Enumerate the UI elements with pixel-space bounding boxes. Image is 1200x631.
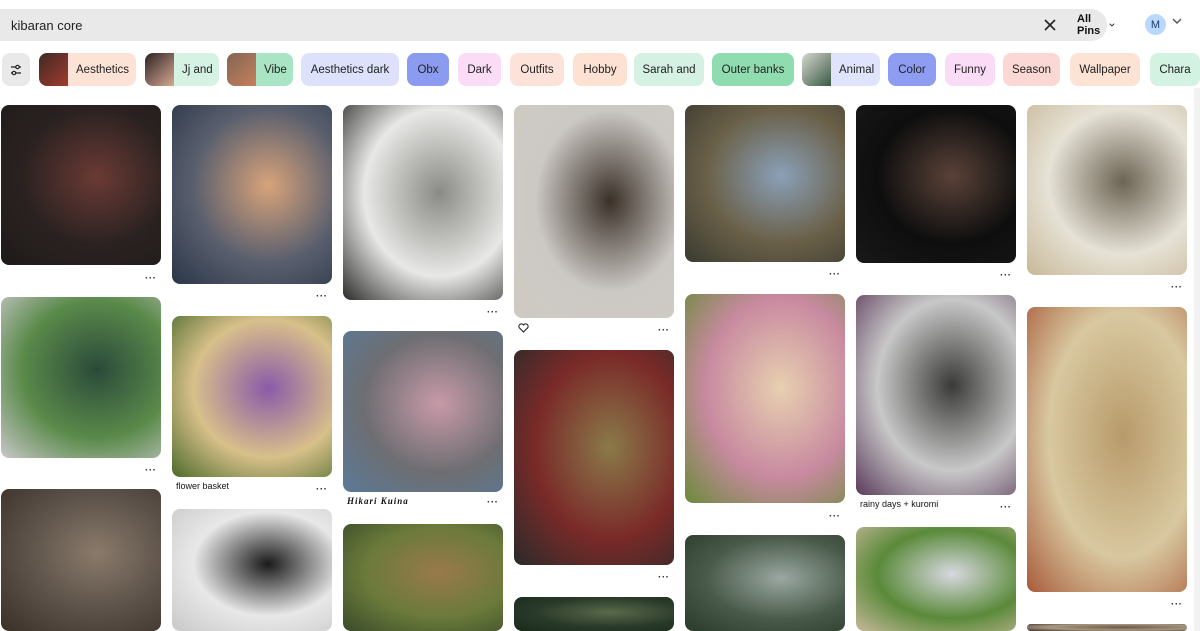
pin-image[interactable] (514, 105, 674, 318)
chip-thumbnail (39, 53, 68, 86)
chip-label: Color (898, 63, 926, 76)
chip-chara[interactable]: Chara (1150, 53, 1200, 86)
pin-image[interactable] (1, 489, 161, 631)
pin-filter-dropdown[interactable]: All Pins (1077, 13, 1115, 37)
pin-image[interactable] (343, 331, 503, 492)
more-options-button[interactable]: ··· (829, 511, 841, 522)
guided-search-chips: Aesthetics Jj and Vibe Aesthetics dark Obx Da… (0, 53, 1200, 86)
more-options-button[interactable]: ··· (1171, 282, 1183, 293)
more-options-button[interactable]: ··· (658, 572, 670, 583)
pin-image[interactable] (1027, 307, 1187, 592)
chip-outer-banks[interactable]: Outer banks (712, 53, 794, 86)
chip-aesthetics[interactable]: Aesthetics (39, 53, 136, 86)
close-icon (1044, 19, 1056, 31)
chip-jj-and[interactable]: Jj and (145, 53, 219, 86)
chip-sarah-and[interactable]: Sarah and (634, 53, 704, 86)
more-options-button[interactable]: ··· (1000, 502, 1012, 513)
more-options-button[interactable]: ··· (829, 269, 841, 280)
avatar[interactable]: M (1145, 14, 1166, 35)
chip-season[interactable]: Season (1003, 53, 1060, 86)
chevron-down-icon (1109, 23, 1115, 27)
pin-image[interactable] (514, 597, 674, 631)
chip-label: Wallpaper (1079, 63, 1131, 76)
pin-title[interactable]: Hikari Kuina (347, 496, 409, 506)
pin-filter-label: All Pins (1077, 13, 1101, 37)
pin-image[interactable] (172, 105, 332, 284)
pin-image[interactable] (685, 294, 845, 503)
clear-search-button[interactable] (1040, 15, 1060, 35)
more-options-button[interactable]: ··· (145, 465, 157, 476)
chip-thumbnail (802, 53, 831, 86)
chip-hobby[interactable]: Hobby (573, 53, 627, 86)
chip-vibe[interactable]: Vibe (227, 53, 293, 86)
chip-funny[interactable]: Funny (945, 53, 995, 86)
pin-image[interactable] (1027, 624, 1187, 631)
pin-image[interactable] (343, 524, 503, 631)
chip-label: Aesthetics (76, 63, 130, 76)
chip-label: Obx (417, 63, 439, 76)
chip-aesthetics-dark[interactable]: Aesthetics dark (301, 53, 399, 86)
chip-label: Hobby (583, 63, 617, 76)
chip-dark[interactable]: Dark (458, 53, 501, 86)
search-settings-button[interactable] (2, 53, 30, 86)
chip-outfits[interactable]: Outfits (510, 53, 564, 86)
more-options-button[interactable]: ··· (658, 325, 670, 336)
chip-label: Animal (839, 63, 875, 76)
chip-label: Dark (467, 63, 492, 76)
chip-thumbnail (145, 53, 174, 86)
chip-animal[interactable]: Animal (802, 53, 880, 86)
pin-title[interactable]: flower basket (176, 481, 229, 491)
chip-label: Aesthetics dark (310, 63, 390, 76)
pin-image[interactable] (685, 105, 845, 262)
chip-label: Vibe (264, 63, 287, 76)
chip-thumbnail (227, 53, 256, 86)
pin-image[interactable] (856, 527, 1016, 631)
search-input[interactable] (11, 9, 911, 41)
chip-label: Season (1011, 63, 1051, 76)
pin-image[interactable] (856, 105, 1016, 263)
more-options-button[interactable]: ··· (1171, 599, 1183, 610)
chip-label: Outfits (520, 63, 554, 76)
pinterest-search-page: All Pins M AestheticsJj andVibeAesthetic… (0, 0, 1200, 631)
pin-image[interactable] (856, 295, 1016, 495)
more-options-button[interactable]: ··· (487, 307, 499, 318)
chip-label: Chara (1159, 63, 1191, 76)
account-chevron-icon[interactable] (1172, 18, 1182, 24)
search-bar: All Pins (0, 9, 1115, 41)
more-options-button[interactable]: ··· (316, 484, 328, 495)
pin-image[interactable] (172, 509, 332, 631)
chip-color[interactable]: Color (888, 53, 936, 86)
pin-image[interactable] (1, 105, 161, 265)
chip-label: Outer banks (721, 63, 785, 76)
scrollbar-track[interactable] (1194, 88, 1200, 631)
more-options-button[interactable]: ··· (487, 497, 499, 508)
chip-obx[interactable]: Obx (407, 53, 449, 86)
pin-image[interactable] (514, 350, 674, 565)
pin-title[interactable]: rainy days + kuromi (860, 499, 938, 509)
chip-wallpaper[interactable]: Wallpaper (1070, 53, 1140, 86)
more-options-button[interactable]: ··· (316, 291, 328, 302)
pin-image[interactable] (685, 535, 845, 631)
chip-label: Jj and (182, 63, 213, 76)
pin-image[interactable] (1027, 105, 1187, 275)
chip-label: Funny (954, 63, 986, 76)
heart-icon[interactable] (518, 323, 529, 333)
pin-image[interactable] (1, 297, 161, 458)
more-options-button[interactable]: ··· (145, 273, 157, 284)
sliders-icon (11, 64, 21, 75)
chip-label: Sarah and (642, 63, 696, 76)
pin-image[interactable] (343, 105, 503, 300)
more-options-button[interactable]: ··· (1000, 270, 1012, 281)
pin-image[interactable] (172, 316, 332, 477)
